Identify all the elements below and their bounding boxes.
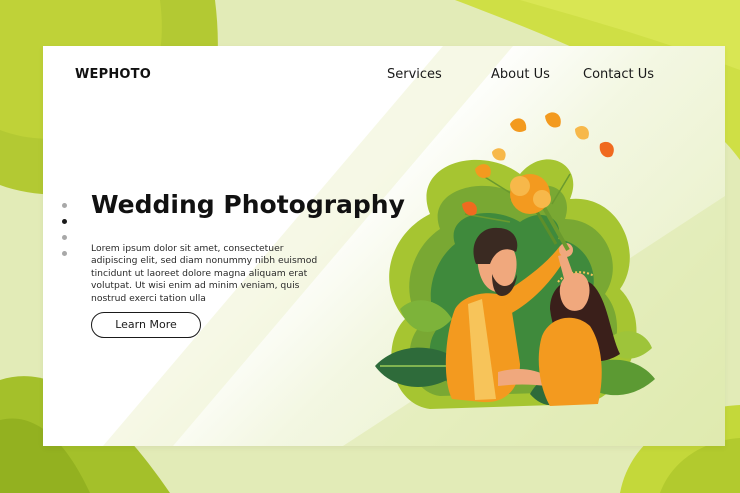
top-nav: Services About Us Contact Us [43, 67, 725, 85]
hero-title: Wedding Photography [91, 190, 405, 219]
slide-dot-4[interactable] [62, 251, 67, 256]
slide-dot-1[interactable] [62, 203, 67, 208]
nav-contact-link[interactable]: Contact Us [583, 67, 654, 82]
nav-services-link[interactable]: Services [387, 67, 442, 82]
hero-description: Lorem ipsum dolor sit amet, consectetuer… [91, 243, 318, 304]
slide-dot-2[interactable] [62, 219, 67, 224]
nav-about-link[interactable]: About Us [491, 67, 550, 82]
wedding-couple-illustration [375, 112, 655, 409]
landing-card: WEPHOTO Services About Us Contact Us Wed… [43, 46, 725, 446]
slide-indicator [62, 203, 68, 267]
slide-dot-3[interactable] [62, 235, 67, 240]
learn-more-button[interactable]: Learn More [91, 312, 201, 338]
